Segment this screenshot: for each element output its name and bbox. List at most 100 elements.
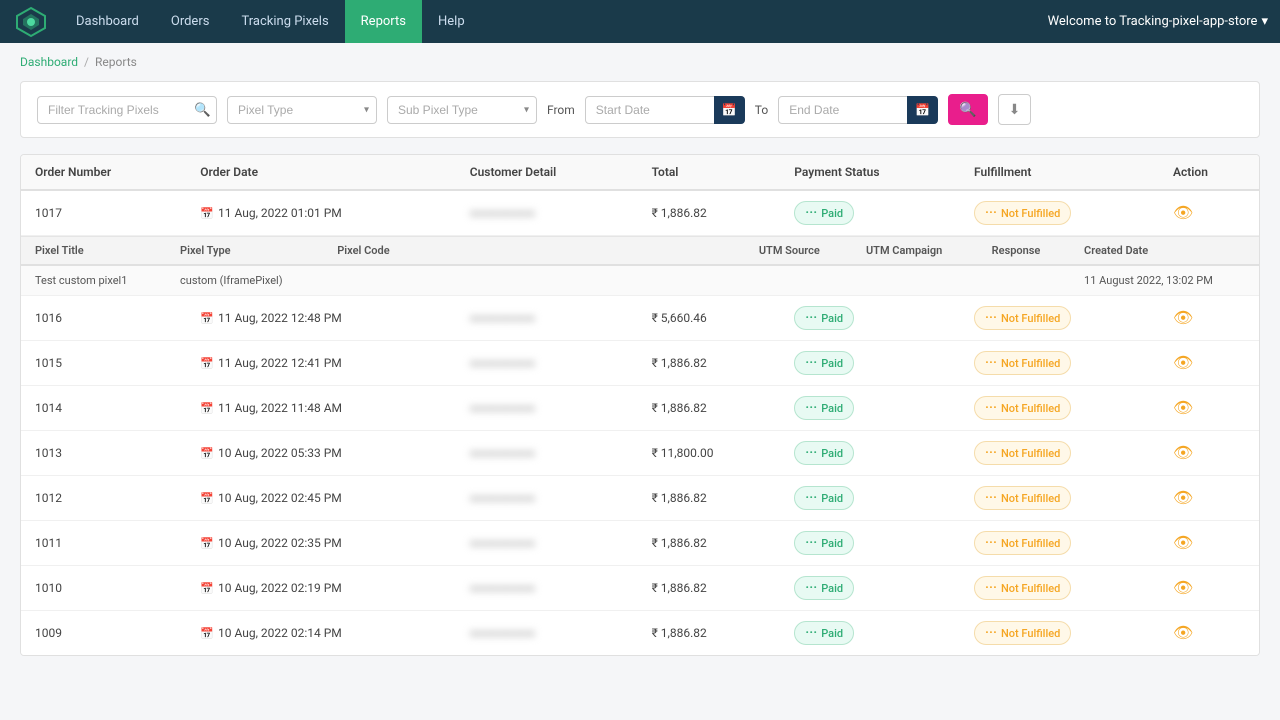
cell-payment-status: ··· Paid [780, 386, 960, 431]
pixel-data-row: Test custom pixel1 custom (IframePixel) … [21, 265, 1259, 295]
paid-dot-icon: ··· [805, 400, 817, 416]
cell-fulfillment: ··· Not Fulfilled [960, 431, 1159, 476]
fulfillment-badge: ··· Not Fulfilled [974, 441, 1071, 465]
view-order-button[interactable]: 👁 [1173, 488, 1193, 508]
customer-name: ●●●●●●●●● [470, 626, 535, 640]
cell-total: ₹ 1,886.82 [638, 341, 781, 386]
view-order-button[interactable]: 👁 [1173, 578, 1193, 598]
not-fulfilled-dot-icon: ··· [985, 580, 997, 596]
table-row: 1013 📅10 Aug, 2022 05:33 PM ●●●●●●●●● ₹ … [21, 431, 1259, 476]
pixel-type-wrap: Pixel Type ▾ [227, 96, 377, 124]
cell-customer: ●●●●●●●●● [456, 296, 638, 341]
payment-status-badge: ··· Paid [794, 486, 854, 510]
fulfillment-badge: ··· Not Fulfilled [974, 576, 1071, 600]
reports-table-container: Order Number Order Date Customer Detail … [20, 154, 1260, 656]
cell-order-number: 1017 [21, 190, 186, 236]
col-order-number: Order Number [21, 155, 186, 190]
pixel-header-row: Pixel Title Pixel Type Pixel Code UTM So… [21, 237, 1259, 266]
table-row: 1015 📅11 Aug, 2022 12:41 PM ●●●●●●●●● ₹ … [21, 341, 1259, 386]
end-date-calendar-button[interactable]: 📅 [907, 96, 938, 124]
cell-order-date: 📅11 Aug, 2022 11:48 AM [186, 386, 455, 431]
export-button[interactable]: ⬇ [998, 94, 1032, 125]
not-fulfilled-dot-icon: ··· [985, 205, 997, 221]
breadcrumb-home[interactable]: Dashboard [20, 55, 78, 69]
view-order-button[interactable]: 👁 [1173, 398, 1193, 418]
cell-total: ₹ 1,886.82 [638, 190, 781, 236]
customer-name: ●●●●●●●●● [470, 581, 535, 595]
payment-status-badge: ··· Paid [794, 576, 854, 600]
customer-name: ●●●●●●●●● [470, 356, 535, 370]
breadcrumb-current: Reports [95, 55, 137, 69]
cell-customer: ●●●●●●●●● [456, 431, 638, 476]
cell-fulfillment: ··· Not Fulfilled [960, 386, 1159, 431]
view-order-button[interactable]: 👁 [1173, 443, 1193, 463]
view-order-button[interactable]: 👁 [1173, 203, 1193, 223]
search-button[interactable]: 🔍 [948, 94, 987, 125]
to-label: To [755, 103, 768, 117]
payment-status-badge: ··· Paid [794, 531, 854, 555]
sub-pixel-type-select[interactable]: Sub Pixel Type [387, 96, 537, 124]
col-fulfillment: Fulfillment [960, 155, 1159, 190]
calendar-icon: 📅 [200, 492, 214, 505]
nav-dashboard[interactable]: Dashboard [60, 0, 155, 43]
cell-fulfillment: ··· Not Fulfilled [960, 341, 1159, 386]
nav-reports[interactable]: Reports [345, 0, 422, 43]
cell-payment-status: ··· Paid [780, 476, 960, 521]
cell-customer: ●●●●●●●●● [456, 190, 638, 236]
col-order-date: Order Date [186, 155, 455, 190]
view-order-button[interactable]: 👁 [1173, 308, 1193, 328]
col-action: Action [1159, 155, 1259, 190]
pixel-sub-table: Pixel Title Pixel Type Pixel Code UTM So… [21, 236, 1259, 295]
calendar-icon: 📅 [200, 582, 214, 595]
calendar-icon: 📅 [200, 627, 214, 640]
fulfillment-badge: ··· Not Fulfilled [974, 201, 1071, 225]
payment-status-badge: ··· Paid [794, 201, 854, 225]
table-row: 1016 📅11 Aug, 2022 12:48 PM ●●●●●●●●● ₹ … [21, 296, 1259, 341]
table-row: 1017 📅11 Aug, 2022 01:01 PM ●●●●●●●●● ₹ … [21, 190, 1259, 236]
pixel-type-select[interactable]: Pixel Type [227, 96, 377, 124]
end-date-wrap: 📅 [778, 96, 938, 124]
pixel-created-date: 11 August 2022, 13:02 PM [1070, 265, 1259, 295]
cell-order-number: 1010 [21, 566, 186, 611]
reports-table: Order Number Order Date Customer Detail … [21, 155, 1259, 655]
cell-order-number: 1016 [21, 296, 186, 341]
cell-order-date: 📅10 Aug, 2022 05:33 PM [186, 431, 455, 476]
table-row: 1012 📅10 Aug, 2022 02:45 PM ●●●●●●●●● ₹ … [21, 476, 1259, 521]
pixel-code-cell [323, 265, 745, 295]
cell-payment-status: ··· Paid [780, 521, 960, 566]
navbar: Dashboard Orders Tracking Pixels Reports… [0, 0, 1280, 43]
payment-status-badge: ··· Paid [794, 441, 854, 465]
col-payment-status: Payment Status [780, 155, 960, 190]
nav-orders[interactable]: Orders [155, 0, 226, 43]
nav-tracking-pixels[interactable]: Tracking Pixels [225, 0, 344, 43]
pixel-utm-campaign [852, 265, 978, 295]
from-label: From [547, 103, 575, 117]
fulfillment-badge: ··· Not Fulfilled [974, 351, 1071, 375]
paid-dot-icon: ··· [805, 625, 817, 641]
calendar-icon: 📅 [200, 537, 214, 550]
pixel-title: Test custom pixel1 [21, 265, 166, 295]
customer-name: ●●●●●●●●● [470, 401, 535, 415]
view-order-button[interactable]: 👁 [1173, 533, 1193, 553]
cell-order-number: 1013 [21, 431, 186, 476]
start-date-calendar-button[interactable]: 📅 [714, 96, 745, 124]
cell-total: ₹ 1,886.82 [638, 476, 781, 521]
nav-links: Dashboard Orders Tracking Pixels Reports… [60, 0, 1048, 43]
cell-customer: ●●●●●●●●● [456, 476, 638, 521]
cell-payment-status: ··· Paid [780, 431, 960, 476]
nav-help[interactable]: Help [422, 0, 481, 43]
filter-search-icon[interactable]: 🔍 [194, 102, 211, 118]
table-header-row: Order Number Order Date Customer Detail … [21, 155, 1259, 190]
pixel-col-utm-source: UTM Source [745, 237, 852, 266]
cell-action: 👁 [1159, 431, 1259, 476]
customer-name: ●●●●●●●●● [470, 536, 535, 550]
view-order-button[interactable]: 👁 [1173, 623, 1193, 643]
cell-total: ₹ 1,886.82 [638, 521, 781, 566]
cell-action: 👁 [1159, 296, 1259, 341]
view-order-button[interactable]: 👁 [1173, 353, 1193, 373]
not-fulfilled-dot-icon: ··· [985, 535, 997, 551]
filter-pixel-input[interactable] [37, 96, 217, 124]
cell-fulfillment: ··· Not Fulfilled [960, 296, 1159, 341]
paid-dot-icon: ··· [805, 310, 817, 326]
not-fulfilled-dot-icon: ··· [985, 625, 997, 641]
